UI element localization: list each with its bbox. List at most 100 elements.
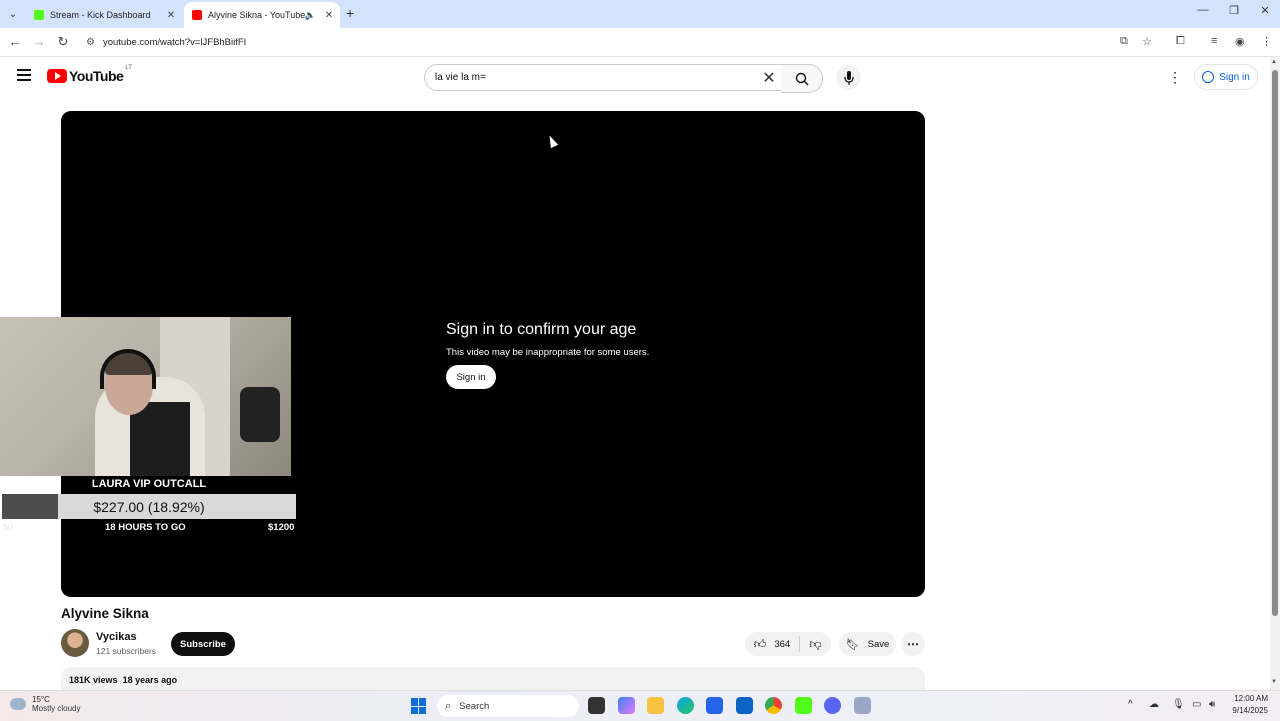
goal-target: $1200	[268, 522, 295, 533]
channel-avatar[interactable]	[61, 629, 89, 657]
channel-name[interactable]: Vycikas	[96, 631, 137, 643]
save-button[interactable]: 🔖︎ Save	[839, 632, 896, 656]
scroll-down-arrow-icon[interactable]: ▼	[1271, 679, 1277, 685]
install-app-icon[interactable]: ⧉	[1120, 35, 1128, 48]
sign-in-label: Sign in	[1219, 71, 1250, 83]
goal-start: $0	[3, 522, 14, 532]
tab-kick-dashboard[interactable]: Stream - Kick Dashboard ✕	[26, 2, 182, 28]
taskbar-search-label: Search	[459, 700, 490, 712]
webcam-overlay	[0, 317, 291, 476]
media-controls-icon[interactable]: ≡	[1211, 35, 1217, 47]
goal-amount: $227.00 (18.92%)	[93, 498, 205, 515]
volume-icon[interactable]: 🔊︎	[1209, 699, 1215, 710]
search-icon: ⌕	[445, 699, 452, 712]
onedrive-icon[interactable]: ☁	[1149, 699, 1159, 710]
network-icon[interactable]: ▭	[1192, 699, 1201, 710]
back-arrow-icon[interactable]: ←	[7, 34, 23, 49]
search-input[interactable]: la vie la m= ✕	[424, 64, 782, 91]
close-window-icon[interactable]: ✕	[1250, 4, 1280, 17]
weather-widget[interactable]: 15°C Mostly cloudy	[10, 695, 80, 713]
extensions-icon[interactable]: ⧠	[1176, 35, 1185, 48]
goal-name: LAURA VIP OUTCALL	[91, 478, 207, 490]
view-count: 181K views	[69, 675, 118, 685]
discord-icon[interactable]	[824, 697, 841, 714]
bookmark-icon: 🔖︎	[845, 638, 860, 651]
reload-icon[interactable]: ↻	[55, 34, 71, 50]
outlook-icon[interactable]	[736, 697, 753, 714]
logo-wordmark: YouTube	[69, 68, 124, 84]
thumbs-down-icon: 👎︎	[809, 636, 822, 651]
taskbar-clock[interactable]: 12:00 AM 9/14/2025	[1228, 693, 1268, 717]
subscriber-count: 121 subscribers	[96, 646, 157, 656]
age-gate-sign-in-button[interactable]: Sign in	[446, 365, 496, 389]
scroll-up-arrow-icon[interactable]: ▲	[1271, 59, 1277, 65]
age-gate-title: Sign in to confirm your age	[446, 321, 637, 338]
voice-search-button[interactable]	[836, 65, 861, 90]
clear-search-icon[interactable]: ✕	[757, 68, 781, 88]
kick-favicon-icon	[34, 10, 44, 20]
upload-age: 18 years ago	[122, 675, 178, 685]
minimize-icon[interactable]: —	[1188, 4, 1218, 16]
file-explorer-icon[interactable]	[647, 697, 664, 714]
site-info-icon[interactable]: ⚙	[86, 37, 95, 48]
account-icon	[1202, 71, 1215, 83]
speaker-icon[interactable]: 🔈	[305, 10, 316, 21]
header-sign-in-button[interactable]: Sign in	[1194, 64, 1258, 90]
clock-time: 12:00 AM	[1234, 694, 1268, 703]
weather-condition: Mostly cloudy	[32, 704, 81, 713]
cloud-icon	[10, 698, 26, 710]
country-code: LT	[125, 65, 132, 71]
search-button[interactable]	[781, 64, 823, 93]
scrollbar-thumb[interactable]	[1272, 70, 1278, 616]
save-label: Save	[867, 638, 890, 650]
restore-icon[interactable]: ❐	[1219, 4, 1249, 17]
tab-search-chevron-icon[interactable]: ⌄	[4, 5, 22, 23]
like-dislike-group: 👍︎ 364 👎︎	[745, 632, 831, 656]
profile-icon[interactable]: ◉	[1235, 35, 1245, 48]
tab-title: Stream - Kick Dashboard	[50, 10, 151, 20]
tab-youtube[interactable]: Alyvine Sikna - YouTube 🔈 ✕	[184, 2, 340, 28]
headset-icon	[100, 349, 156, 389]
new-tab-plus-icon[interactable]: +	[346, 5, 354, 21]
windows-taskbar: 15°C Mostly cloudy ⌕ Search ^ ☁ 🎙︎ ▭ 🔊︎ …	[0, 690, 1280, 721]
youtube-header: YouTube LT la vie la m= ✕ ⋮ Sign in	[0, 57, 1270, 97]
show-hidden-icons-chevron-icon[interactable]: ^	[1128, 699, 1133, 710]
dislike-button[interactable]: 👎︎	[800, 637, 831, 652]
youtube-play-icon	[47, 69, 67, 83]
snipping-tool-icon[interactable]	[854, 697, 871, 714]
clock-date: 9/14/2025	[1232, 706, 1268, 715]
address-bar[interactable]: ⚙ youtube.com/watch?v=lJFBhBiifFI	[80, 31, 1130, 53]
microphone-tray-icon[interactable]: 🎙︎	[1172, 699, 1185, 710]
close-tab-icon[interactable]: ✕	[164, 10, 178, 21]
like-button[interactable]: 👍︎ 364	[745, 636, 800, 652]
close-tab-icon[interactable]: ✕	[322, 10, 336, 21]
taskbar-search[interactable]: ⌕ Search	[437, 695, 579, 717]
guide-menu-icon[interactable]	[17, 69, 31, 84]
youtube-logo[interactable]: YouTube LT	[47, 65, 132, 84]
bookmark-star-icon[interactable]: ☆	[1142, 35, 1152, 48]
copilot-icon[interactable]	[618, 697, 635, 714]
chrome-icon[interactable]	[765, 697, 782, 714]
settings-menu-icon[interactable]: ⋮	[1168, 69, 1182, 86]
url-text: youtube.com/watch?v=lJFBhBiifFI	[102, 36, 247, 48]
description-box[interactable]	[61, 667, 925, 691]
video-title: Alyvine Sikna	[61, 606, 149, 621]
task-view-icon[interactable]	[588, 697, 605, 714]
youtube-favicon-icon	[192, 10, 202, 20]
goal-time-left: 18 HOURS TO GO	[105, 522, 186, 533]
webcam-jacket	[240, 387, 280, 442]
browser-toolbar: ← → ↻ ⚙ youtube.com/watch?v=lJFBhBiifFI …	[0, 28, 1280, 57]
like-count: 364	[774, 638, 791, 650]
edge-icon[interactable]	[677, 697, 694, 714]
thumbs-up-icon: 👍︎	[753, 636, 767, 651]
temperature: 15°C	[32, 695, 50, 704]
search-icon	[795, 72, 808, 85]
forward-arrow-icon[interactable]: →	[31, 34, 47, 49]
chrome-menu-icon[interactable]: ⋮	[1261, 35, 1272, 48]
windows-start-icon[interactable]	[411, 698, 427, 714]
microphone-icon	[843, 70, 854, 85]
more-actions-icon[interactable]: ⋯	[901, 632, 925, 656]
store-icon[interactable]	[706, 697, 723, 714]
subscribe-button[interactable]: Subscribe	[171, 632, 235, 656]
kick-app-icon[interactable]	[795, 697, 812, 714]
